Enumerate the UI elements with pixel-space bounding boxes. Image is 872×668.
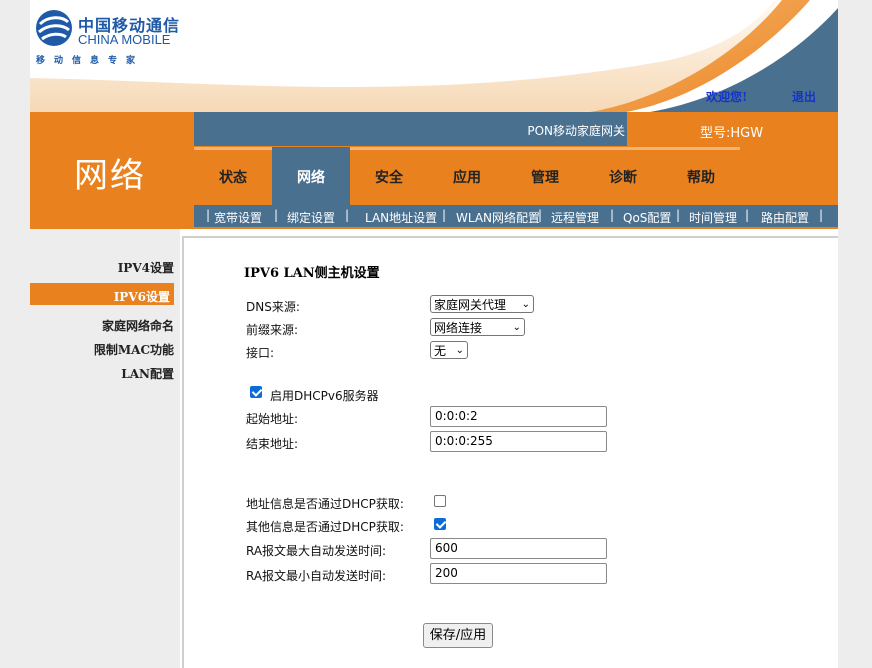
tab-divider [350, 147, 428, 150]
sidebar-item-lan-config[interactable]: LAN配置 [121, 365, 174, 382]
tab-label: 网络 [297, 170, 325, 186]
sidebar-item-ipv6[interactable]: IPV6设置 [114, 288, 170, 305]
separator: | [538, 208, 543, 222]
interface-value: 无 [434, 344, 447, 358]
subnav-time[interactable]: 时间管理 [689, 209, 737, 226]
chevron-down-icon: ⌄ [512, 322, 521, 333]
tab-label: 应用 [453, 170, 481, 186]
address-dhcp-checkbox[interactable] [434, 495, 446, 507]
prefix-source-label: 前缀来源: [246, 323, 299, 337]
brand-slogan: 移动信息专家 [36, 56, 145, 66]
ra-min-interval-label: RA报文最小自动发送时间: [246, 569, 387, 583]
tab-label: 帮助 [687, 170, 715, 186]
tab-network[interactable]: 网络 [272, 147, 350, 205]
logout-link[interactable]: 退出 [792, 88, 816, 105]
address-dhcp-label: 地址信息是否通过DHCP获取: [246, 497, 404, 511]
china-mobile-emblem-icon [36, 10, 72, 46]
tab-management[interactable]: 管理 [506, 147, 584, 205]
start-address-label: 起始地址: [246, 412, 299, 426]
chevron-down-icon: ⌄ [521, 299, 530, 310]
interface-select[interactable]: 无 ⌄ [430, 341, 468, 359]
tab-label: 状态 [219, 170, 247, 186]
subnav-binding[interactable]: 绑定设置 [287, 209, 335, 226]
end-address-label: 结束地址: [246, 437, 299, 451]
subnav-lan-address[interactable]: LAN地址设置 [365, 209, 437, 226]
separator: | [676, 208, 681, 222]
end-address-input[interactable]: 0:0:0:255 [430, 431, 607, 452]
subnav-qos[interactable]: QoS配置 [623, 209, 671, 226]
ra-min-interval-input[interactable]: 200 [430, 563, 607, 584]
subnav-remote-mgmt[interactable]: 远程管理 [551, 209, 599, 226]
dhcpv6-enable-label: 启用DHCPv6服务器 [270, 389, 379, 403]
tab-divider [194, 147, 272, 150]
tab-label: 诊断 [609, 170, 637, 186]
subnav-broadband[interactable]: 宽带设置 [214, 209, 262, 226]
china-mobile-logo: 中国移动通信 CHINA MOBILE 移动信息专家 [34, 8, 194, 68]
separator: | [345, 208, 350, 222]
prefix-source-value: 网络连接 [434, 321, 483, 335]
tab-divider [506, 147, 584, 150]
separator: | [206, 208, 211, 222]
ipv6-lan-settings-panel: IPV6 LAN侧主机设置 DNS来源: 家庭网关代理 ⌄ 前缀来源: 网络连接… [182, 236, 838, 668]
subnav-wlan[interactable]: WLAN网络配置 [456, 209, 540, 226]
model-label: 型号:HGW [700, 126, 764, 141]
tab-status[interactable]: 状态 [194, 147, 272, 205]
sidebar-item-home-network-name[interactable]: 家庭网络命名 [102, 317, 174, 334]
dns-source-label: DNS来源: [246, 300, 300, 314]
chevron-down-icon: ⌄ [455, 345, 464, 356]
subnav-routing[interactable]: 路由配置 [761, 209, 809, 226]
other-dhcp-label: 其他信息是否通过DHCP获取: [246, 520, 404, 534]
start-address-input[interactable]: 0:0:0:2 [430, 406, 607, 427]
navigation-block: 网络 PON移动家庭网关 型号:HGW 状态 网络 安全 应用 管理 诊断 帮助… [30, 112, 838, 229]
separator: | [442, 208, 447, 222]
device-info-bar: PON移动家庭网关 [194, 112, 627, 146]
ra-max-interval-input[interactable]: 600 [430, 538, 607, 559]
section-title: 网络 [74, 156, 146, 196]
tab-security[interactable]: 安全 [350, 147, 428, 205]
dns-source-value: 家庭网关代理 [434, 298, 507, 312]
separator: | [819, 208, 824, 222]
sidebar-item-ipv4[interactable]: IPV4设置 [118, 259, 174, 276]
separator: | [274, 208, 279, 222]
separator: | [745, 208, 750, 222]
tab-application[interactable]: 应用 [428, 147, 506, 205]
tab-diagnostics[interactable]: 诊断 [584, 147, 662, 205]
device-name: PON移动家庭网关 [527, 124, 625, 138]
separator: | [610, 208, 615, 222]
main-tabs: 状态 网络 安全 应用 管理 诊断 帮助 [194, 147, 838, 205]
sidebar: IPV4设置 IPV6设置 家庭网络命名 限制MAC功能 LAN配置 [30, 229, 180, 668]
tab-divider [662, 147, 740, 150]
tab-divider [428, 147, 506, 150]
save-apply-button[interactable]: 保存/应用 [423, 623, 493, 648]
tab-label: 管理 [531, 170, 559, 186]
sub-navigation: | 宽带设置 | 绑定设置 | LAN地址设置 | WLAN网络配置 | 远程管… [194, 205, 838, 227]
dhcpv6-enable-checkbox[interactable] [250, 386, 262, 398]
tab-divider [584, 147, 662, 150]
dns-source-select[interactable]: 家庭网关代理 ⌄ [430, 295, 534, 313]
tab-divider [272, 147, 350, 150]
router-admin-page: 中国移动通信 CHINA MOBILE 移动信息专家 欢迎您! 退出 网络 PO… [30, 0, 838, 668]
ra-max-interval-label: RA报文最大自动发送时间: [246, 544, 387, 558]
page-header: 中国移动通信 CHINA MOBILE 移动信息专家 欢迎您! 退出 [30, 0, 838, 112]
sidebar-item-mac-limit[interactable]: 限制MAC功能 [94, 341, 174, 358]
prefix-source-select[interactable]: 网络连接 ⌄ [430, 318, 525, 336]
tab-help[interactable]: 帮助 [662, 147, 740, 205]
interface-label: 接口: [246, 346, 275, 360]
brand-name-en: CHINA MOBILE [78, 32, 171, 47]
form-title: IPV6 LAN侧主机设置 [244, 266, 380, 281]
tab-label: 安全 [375, 170, 403, 186]
welcome-text: 欢迎您! [706, 90, 748, 104]
other-dhcp-checkbox[interactable] [434, 518, 446, 530]
